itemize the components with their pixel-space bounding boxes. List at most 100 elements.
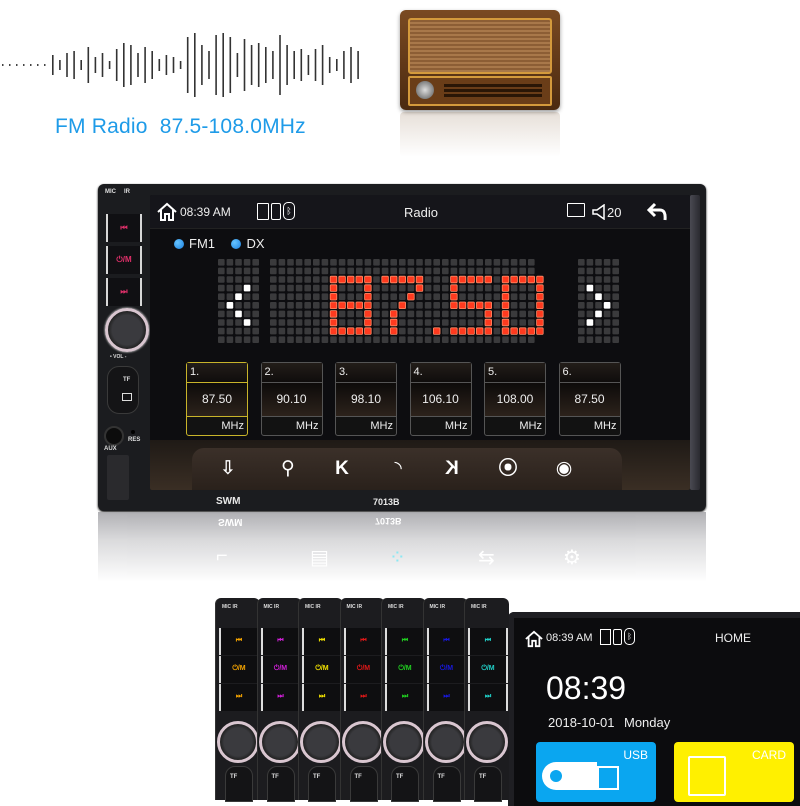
- matrix-cell: [578, 276, 585, 283]
- matrix-cell: [459, 319, 466, 326]
- frequency-digit-5: [467, 301, 475, 309]
- usb-tile[interactable]: USB: [536, 742, 656, 802]
- mic-ir-label: MIC IR: [305, 604, 321, 610]
- home-icon[interactable]: [156, 202, 178, 222]
- frequency-digit-5: [484, 318, 492, 327]
- matrix-cell: [356, 259, 363, 266]
- volume-label: • VOL -: [110, 354, 127, 360]
- matrix-cell: [295, 267, 303, 275]
- eye-button[interactable]: ◉: [550, 456, 578, 482]
- search-icon: ⚲: [281, 458, 295, 479]
- preset-4[interactable]: 4. 106.10 MHz: [409, 362, 472, 436]
- frequency-digit-8: [364, 301, 372, 309]
- matrix-cell: [226, 336, 234, 343]
- reflected-brand: SWM: [218, 516, 243, 527]
- waveform-bar: [186, 37, 189, 93]
- rds-signal-button[interactable]: ◝: [384, 456, 412, 482]
- matrix-cell: [381, 336, 389, 343]
- frequency-digit-8: [346, 301, 355, 309]
- volume-knob: [341, 721, 384, 763]
- frequency-digit-5: [475, 327, 484, 335]
- frequency-digit-8: [364, 327, 372, 335]
- band-dx[interactable]: DX: [246, 236, 264, 251]
- frequency-digit-7: [389, 327, 398, 335]
- seek-back-button[interactable]: K: [328, 456, 356, 482]
- back-arrow-icon[interactable]: [647, 202, 669, 222]
- matrix-cell: [243, 293, 251, 300]
- model-label: 7013B: [373, 497, 400, 507]
- band-fm1[interactable]: FM1: [189, 236, 215, 251]
- volume-knob: [258, 721, 301, 763]
- matrix-cell: [586, 259, 594, 266]
- matrix-cell: [313, 293, 320, 300]
- preset-2[interactable]: 2. 90.10 MHz: [260, 362, 323, 436]
- volume-knob[interactable]: [105, 308, 149, 352]
- matrix-cell: [381, 259, 389, 266]
- matrix-cell: [424, 284, 432, 292]
- home-icon[interactable]: [524, 630, 544, 648]
- frequency-digit-5: [484, 327, 492, 335]
- matrix-cell: [270, 267, 277, 275]
- matrix-cell: [356, 310, 363, 318]
- preset-5[interactable]: 5. 108.00 MHz: [484, 362, 546, 436]
- mic-label: MIC: [105, 189, 116, 195]
- mic-ir-label: MIC IR: [429, 604, 446, 610]
- matrix-cell: [356, 293, 363, 300]
- frequency-digit-0: [501, 327, 510, 335]
- preset-unit: MHz: [370, 420, 393, 432]
- frequency-digit-8: [364, 318, 372, 327]
- matrix-cell: [313, 267, 320, 275]
- reset-button[interactable]: [131, 430, 135, 434]
- matrix-cell: [442, 302, 449, 309]
- frequency-digit-5: [475, 275, 484, 284]
- matrix-cell: [373, 276, 380, 283]
- volume-icon[interactable]: [592, 204, 606, 220]
- power-mode-button[interactable]: ⏻/M: [106, 246, 142, 274]
- card-tile[interactable]: CARD: [674, 742, 794, 802]
- power-mode-icon: ⏻/M: [315, 665, 329, 672]
- tf-label: TF: [354, 774, 362, 780]
- matrix-cell: [218, 336, 225, 343]
- seek-forward-button[interactable]: K: [438, 456, 466, 482]
- matrix-cell: [364, 336, 372, 343]
- next-track-button[interactable]: ⏭: [106, 278, 142, 306]
- stereo-antenna-button[interactable]: ⦿: [494, 456, 522, 482]
- matrix-cell: [226, 310, 234, 318]
- matrix-cell: [578, 302, 585, 309]
- search-button[interactable]: ⚲: [274, 456, 302, 482]
- reflection-icon-5: ⚙: [563, 547, 581, 569]
- matrix-cell: [442, 310, 449, 318]
- matrix-cell: [603, 284, 611, 292]
- save-preset-button[interactable]: ⇩: [214, 456, 242, 482]
- preset-6[interactable]: 6. 87.50 MHz: [558, 362, 621, 436]
- matrix-cell: [578, 293, 585, 300]
- tf-card-slot[interactable]: TF: [107, 366, 139, 414]
- matrix-cell: [270, 310, 277, 318]
- matrix-cell: [399, 336, 406, 343]
- waveform-dot: [44, 64, 46, 66]
- frequency-digit-0: [518, 275, 527, 284]
- matrix-cell: [519, 293, 526, 300]
- waveform-bar: [101, 53, 104, 77]
- car-stereo-head-unit: MIC IR ⏮ ⏻/M ⏭ • VOL - TF AUX RES 08:39 …: [98, 184, 706, 511]
- prev-track-icon: ⏮: [235, 637, 243, 644]
- preset-number: 5.: [485, 363, 545, 383]
- prev-track-button[interactable]: ⏮: [106, 214, 142, 242]
- frequency-digit-5: [475, 301, 484, 309]
- matrix-cell: [295, 259, 303, 266]
- matrix-cell: [304, 310, 311, 318]
- matrix-cell: [407, 336, 415, 343]
- matrix-cell: [493, 267, 501, 275]
- preset-3[interactable]: 3. 98.10 MHz: [335, 362, 397, 436]
- matrix-cell: [304, 302, 311, 309]
- matrix-cell: [476, 310, 483, 318]
- aux-jack[interactable]: [104, 426, 124, 446]
- matrix-cell: [364, 267, 372, 275]
- matrix-cell: [603, 293, 611, 300]
- usb-port[interactable]: [107, 455, 129, 500]
- waveform-bar: [236, 53, 239, 77]
- preset-1[interactable]: 1. 87.50 MHz: [186, 362, 248, 436]
- matrix-cell: [304, 259, 311, 266]
- screen-settings-icon[interactable]: [567, 203, 585, 217]
- matrix-cell: [493, 336, 501, 343]
